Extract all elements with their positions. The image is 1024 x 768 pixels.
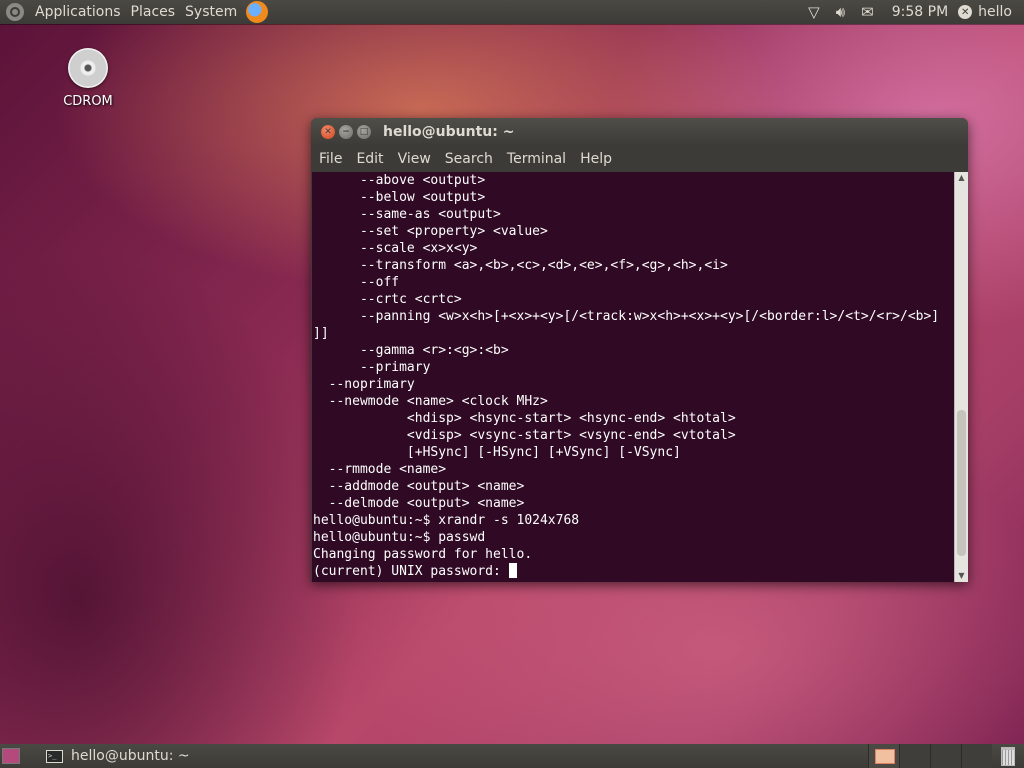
terminal-line: --above <output> bbox=[313, 173, 486, 188]
terminal-line: hello@ubuntu:~$ xrandr -s 1024x768 bbox=[313, 513, 580, 528]
terminal-line: --set <property> <value> bbox=[313, 224, 548, 239]
minimize-button[interactable]: − bbox=[339, 125, 353, 139]
terminal-line: --delmode <output> <name> bbox=[313, 496, 525, 511]
menu-search[interactable]: Search bbox=[438, 151, 500, 167]
terminal-line: --addmode <output> <name> bbox=[313, 479, 525, 494]
password-prompt: (current) UNIX password: bbox=[313, 564, 509, 579]
workspace-switcher bbox=[868, 744, 992, 768]
show-desktop-button[interactable] bbox=[2, 748, 20, 764]
trash-icon[interactable] bbox=[992, 744, 1024, 768]
menu-view[interactable]: View bbox=[391, 151, 438, 167]
menu-system[interactable]: System bbox=[180, 4, 242, 20]
workspace-4[interactable] bbox=[961, 744, 992, 768]
menu-applications[interactable]: Applications bbox=[30, 4, 126, 20]
mail-icon[interactable]: ✉︎ bbox=[861, 3, 874, 21]
top-panel: Applications Places System ▽ 🔊︎ ✉︎ 9:58 … bbox=[0, 0, 1024, 24]
terminal-window: ✕ − □ hello@ubuntu: ~ File Edit View Sea… bbox=[311, 118, 968, 582]
terminal-line: hello@ubuntu:~$ passwd bbox=[313, 530, 486, 545]
terminal-line: --transform <a>,<b>,<c>,<d>,<e>,<f>,<g>,… bbox=[313, 258, 728, 273]
terminal-line: --same-as <output> bbox=[313, 207, 501, 222]
terminal-line: --crtc <crtc> bbox=[313, 292, 462, 307]
terminal-line: --off bbox=[313, 275, 400, 290]
terminal-line: --newmode <name> <clock MHz> bbox=[313, 394, 548, 409]
terminal-output[interactable]: --above <output> --below <output> --same… bbox=[312, 172, 954, 582]
terminal-line: Changing password for hello. bbox=[313, 547, 533, 562]
terminal-text: --above <output> --below <output> --same… bbox=[312, 172, 954, 580]
terminal-line: --panning <w>x<h>[+<x>+<y>[/<track:w>x<h… bbox=[313, 309, 940, 324]
wifi-icon[interactable]: ▽ bbox=[808, 3, 820, 21]
taskbar-label: hello@ubuntu: ~ bbox=[71, 748, 190, 764]
scrollbar-thumb[interactable] bbox=[957, 410, 966, 556]
user-name: hello bbox=[978, 4, 1012, 20]
workspace-1[interactable] bbox=[868, 744, 899, 768]
terminal-line: --rmmode <name> bbox=[313, 462, 447, 477]
cdrom-icon bbox=[68, 48, 108, 88]
ubuntu-logo-icon[interactable] bbox=[6, 3, 24, 21]
terminal-menubar: File Edit View Search Terminal Help bbox=[311, 146, 968, 172]
text-cursor bbox=[508, 563, 517, 578]
workspace-2[interactable] bbox=[899, 744, 930, 768]
terminal-line: --scale <x>x<y> bbox=[313, 241, 478, 256]
terminal-line: --below <output> bbox=[313, 190, 486, 205]
window-title: hello@ubuntu: ~ bbox=[383, 124, 515, 140]
terminal-line: --primary bbox=[313, 360, 431, 375]
session-icon: ✕ bbox=[958, 5, 973, 19]
close-button[interactable]: ✕ bbox=[321, 125, 335, 139]
terminal-line: <vdisp> <vsync-start> <vsync-end> <vtota… bbox=[313, 428, 736, 443]
terminal-line: ]] bbox=[313, 326, 329, 341]
taskbar-terminal[interactable]: >_ hello@ubuntu: ~ bbox=[38, 744, 198, 768]
maximize-button[interactable]: □ bbox=[357, 125, 371, 139]
menu-places[interactable]: Places bbox=[126, 4, 181, 20]
menu-help[interactable]: Help bbox=[573, 151, 619, 167]
volume-icon[interactable]: 🔊︎ bbox=[836, 3, 845, 21]
menu-terminal[interactable]: Terminal bbox=[500, 151, 573, 167]
scroll-down-icon[interactable]: ▼ bbox=[955, 570, 968, 582]
terminal-scrollbar[interactable]: ▲ ▼ bbox=[954, 172, 968, 582]
menu-edit[interactable]: Edit bbox=[349, 151, 390, 167]
firefox-launcher-icon[interactable] bbox=[246, 1, 269, 23]
workspace-3[interactable] bbox=[930, 744, 961, 768]
window-titlebar[interactable]: ✕ − □ hello@ubuntu: ~ bbox=[311, 118, 968, 146]
menu-file[interactable]: File bbox=[311, 151, 349, 167]
scroll-up-icon[interactable]: ▲ bbox=[955, 172, 968, 184]
terminal-line: --noprimary bbox=[313, 377, 415, 392]
terminal-line: <hdisp> <hsync-start> <hsync-end> <htota… bbox=[313, 411, 736, 426]
terminal-icon: >_ bbox=[46, 749, 63, 763]
bottom-panel: >_ hello@ubuntu: ~ bbox=[0, 744, 1024, 768]
user-menu[interactable]: ✕ hello bbox=[958, 4, 1012, 20]
clock[interactable]: 9:58 PM bbox=[892, 4, 948, 20]
desktop-icon-label: CDROM bbox=[63, 94, 113, 109]
terminal-line: [+HSync] [-HSync] [+VSync] [-VSync] bbox=[313, 445, 681, 460]
desktop-icon-cdrom[interactable]: CDROM bbox=[58, 48, 118, 109]
terminal-line: --gamma <r>:<g>:<b> bbox=[313, 343, 509, 358]
